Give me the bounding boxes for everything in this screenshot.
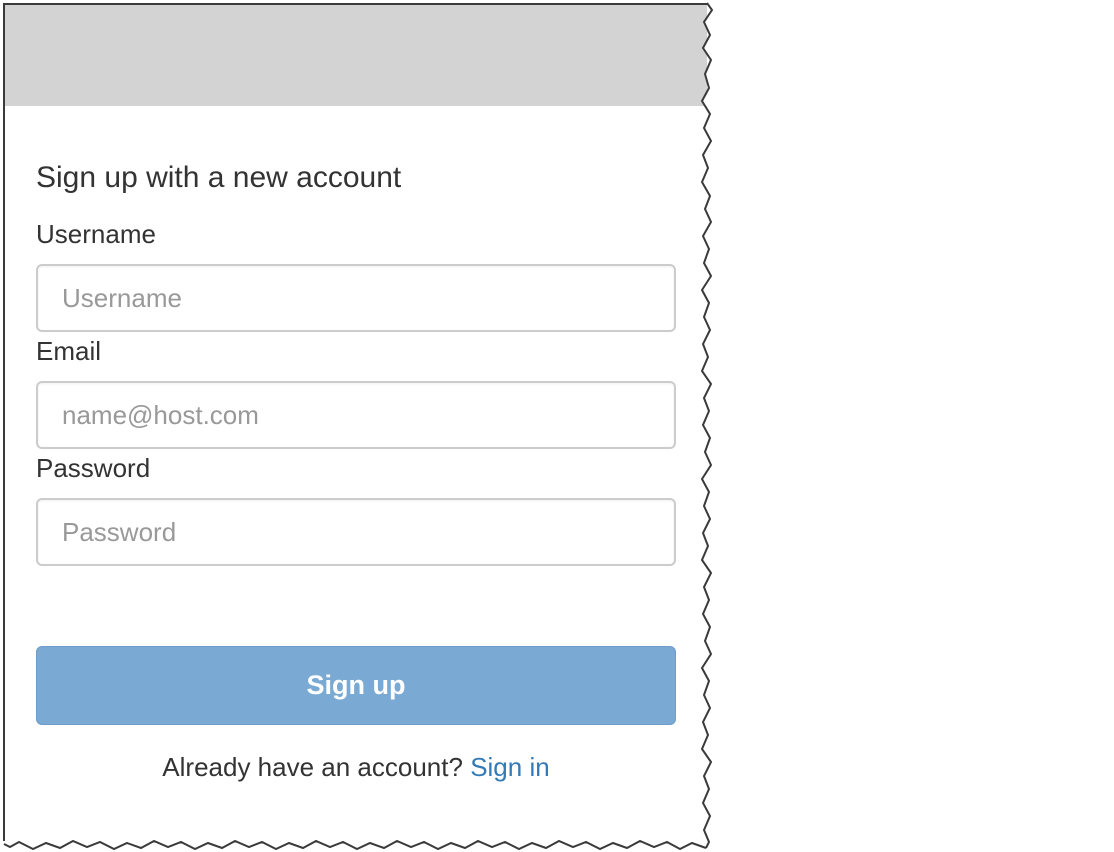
sign-up-button[interactable]: Sign up [36, 646, 676, 725]
password-input[interactable] [36, 498, 676, 566]
password-label: Password [36, 453, 151, 483]
header-bar [5, 5, 707, 106]
sign-in-link[interactable]: Sign in [470, 752, 550, 782]
email-input[interactable] [36, 381, 676, 449]
signup-panel: Sign up with a new account Username Emai… [3, 3, 707, 841]
sign-in-prompt-text: Already have an account? [162, 752, 463, 782]
username-label: Username [36, 219, 156, 249]
torn-edge-bottom-line [3, 839, 707, 851]
username-input[interactable] [36, 264, 676, 332]
signup-form: Sign up with a new account Username Emai… [36, 155, 676, 784]
form-title: Sign up with a new account [36, 161, 402, 194]
screenshot-stage: Sign up with a new account Username Emai… [0, 0, 1114, 852]
email-label: Email [36, 336, 102, 366]
sign-in-prompt: Already have an account? Sign in [36, 750, 676, 784]
